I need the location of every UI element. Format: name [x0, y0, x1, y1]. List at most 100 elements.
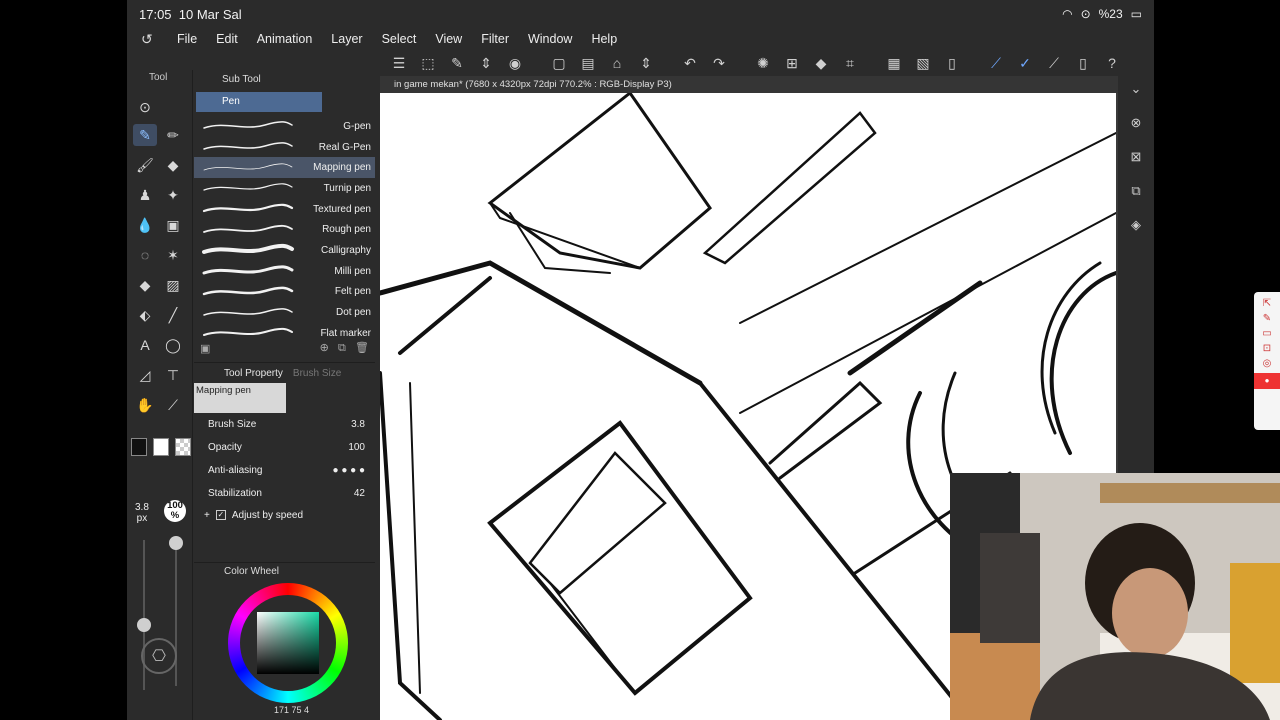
brush-item[interactable]: Milli pen — [194, 261, 375, 282]
brush-item[interactable]: Mapping pen — [194, 157, 375, 179]
stepper-icon[interactable]: ⇕ — [475, 52, 497, 74]
ruler-icon[interactable]: ▦ — [883, 52, 905, 74]
hand-tool-icon[interactable]: ✋ — [133, 394, 157, 416]
grid-icon[interactable]: ▧ — [912, 52, 934, 74]
save-icon[interactable]: ⌂ — [606, 52, 628, 74]
menu-view[interactable]: View — [435, 32, 462, 46]
record-icon[interactable]: ◉ — [504, 52, 526, 74]
recorder-export-icon[interactable]: ⇱ — [1263, 298, 1271, 309]
download-icon[interactable]: ⊙ — [133, 96, 157, 118]
hue-ring[interactable] — [228, 583, 348, 703]
stabilization-row[interactable]: Stabilization 42 — [194, 482, 375, 505]
fill-tool-icon[interactable]: ◆ — [133, 274, 157, 296]
edit-icon[interactable]: ✎ — [446, 52, 468, 74]
color-wheel-title[interactable]: Color Wheel — [194, 563, 375, 581]
pencil-tool-icon[interactable]: ✏ — [161, 124, 185, 146]
main-color-chip[interactable] — [131, 438, 147, 456]
opacity-row[interactable]: Opacity 100 — [194, 436, 375, 459]
menu-select[interactable]: Select — [382, 32, 417, 46]
expand-icon[interactable]: + — [204, 510, 210, 521]
balloon-tool-icon[interactable]: ◯ — [161, 334, 185, 356]
crop-icon[interactable]: ⌗ — [839, 52, 861, 74]
menu-layer[interactable]: Layer — [331, 32, 362, 46]
adjust-by-speed-checkbox[interactable]: ✓ — [215, 510, 226, 520]
ruler-tool-icon[interactable]: ⊤ — [161, 364, 185, 386]
antialiasing-row[interactable]: Anti-aliasing ● ● ● ● — [194, 459, 375, 482]
brush-tool-icon[interactable]: 🖌 — [133, 154, 157, 176]
stepper-icon-2[interactable]: ⇕ — [635, 52, 657, 74]
chevron-down-icon[interactable]: ⌄ — [1125, 78, 1147, 100]
document-tab[interactable]: in game mekan* (7680 x 4320px 72dpi 770.… — [380, 76, 1118, 93]
adjust-by-speed-row[interactable]: + ✓ Adjust by speed — [194, 505, 375, 525]
brush-size-knob[interactable] — [137, 618, 151, 632]
menu-filter[interactable]: Filter — [481, 32, 509, 46]
menu-animation[interactable]: Animation — [257, 32, 313, 46]
eyedropper-tool-icon[interactable]: ⟋ — [161, 394, 185, 416]
undo-icon[interactable]: ↶ — [679, 52, 701, 74]
menu-edit[interactable]: Edit — [216, 32, 238, 46]
brush-item[interactable]: Textured pen — [194, 199, 375, 220]
auto-select-icon[interactable]: ✶ — [161, 244, 185, 266]
navigator-icon[interactable]: ⊗ — [1125, 112, 1147, 134]
open-folder-icon[interactable]: ▤ — [577, 52, 599, 74]
close-panel-icon[interactable]: ⊠ — [1125, 146, 1147, 168]
brush-size-field[interactable]: 3.8 — [351, 419, 365, 430]
text-tool-icon[interactable]: A — [133, 334, 157, 356]
recorder-window-icon[interactable]: ▭ — [1262, 328, 1271, 339]
redo-icon[interactable]: ↷ — [708, 52, 730, 74]
help-icon[interactable]: ? — [1101, 52, 1123, 74]
frame-border-icon[interactable]: ◿ — [133, 364, 157, 386]
menu-window[interactable]: Window — [528, 32, 572, 46]
duplicate-icon[interactable]: ⊕ — [320, 342, 329, 354]
app-logo-icon[interactable]: ↺ — [141, 31, 159, 48]
transform-icon[interactable]: ⊞ — [781, 52, 803, 74]
antialiasing-options[interactable]: ● ● ● ● — [333, 465, 366, 476]
brush-size-tab[interactable]: Brush Size — [293, 368, 341, 379]
new-canvas-icon[interactable]: ⬚ — [417, 52, 439, 74]
eraser-tool-icon[interactable]: ◆ — [161, 154, 185, 176]
gradient-tool-icon[interactable]: ▨ — [161, 274, 185, 296]
layer-panel-icon[interactable]: ◈ — [1125, 214, 1147, 236]
trash-icon[interactable]: 🗑 — [355, 342, 369, 354]
brush-item[interactable]: Felt pen — [194, 282, 375, 303]
new-file-icon[interactable]: ▢ — [548, 52, 570, 74]
sub-tool-settings-icon[interactable]: ▣ — [200, 342, 210, 355]
operation-tool-icon[interactable]: ⬖ — [133, 304, 157, 326]
snap-special-icon[interactable]: ✓ — [1014, 52, 1036, 74]
frame-icon[interactable]: ▯ — [941, 52, 963, 74]
material-icon[interactable]: ⧉ — [1125, 180, 1147, 202]
brush-item[interactable]: G-pen — [194, 116, 375, 137]
hamburger-menu-icon[interactable]: ☰ — [388, 52, 410, 74]
saturation-value-square[interactable] — [257, 612, 319, 674]
figure-tool-icon[interactable]: ▣ — [161, 214, 185, 236]
fill-icon[interactable]: ◆ — [810, 52, 832, 74]
tool-tab[interactable]: Tool — [149, 72, 167, 83]
menu-help[interactable]: Help — [591, 32, 617, 46]
tool-property-tab[interactable]: Tool Property — [224, 368, 283, 379]
sub-tool-group-tab[interactable]: Pen — [196, 92, 322, 112]
transparent-color-chip[interactable] — [175, 438, 191, 456]
brush-item[interactable]: Calligraphy — [194, 240, 375, 261]
pen-tool-icon[interactable]: ✎ — [133, 124, 157, 146]
menu-file[interactable]: File — [177, 32, 197, 46]
device-icon[interactable]: ▯ — [1072, 52, 1094, 74]
brush-item[interactable]: Real G-Pen — [194, 137, 375, 158]
brush-item[interactable]: Turnip pen — [194, 178, 375, 199]
brush-size-row[interactable]: Brush Size 3.8 — [194, 413, 375, 436]
airbrush-tool-icon[interactable]: ♟ — [133, 184, 157, 206]
decoration-tool-icon[interactable]: ✦ — [161, 184, 185, 206]
sub-tool-header[interactable]: Sub Tool — [194, 70, 375, 90]
modifier-key-icon[interactable]: ⎔ — [141, 638, 177, 674]
opacity-knob[interactable] — [169, 536, 183, 550]
record-button[interactable]: ● — [1254, 373, 1280, 389]
brush-item[interactable]: Rough pen — [194, 219, 375, 240]
brush-item[interactable]: Dot pen — [194, 302, 375, 323]
blend-tool-icon[interactable]: 💧 — [133, 214, 157, 236]
stabilization-field[interactable]: 42 — [354, 488, 365, 499]
line-tool-icon[interactable]: ╱ — [161, 304, 185, 326]
copy-icon[interactable]: ⧉ — [338, 342, 346, 354]
recorder-camera-icon[interactable]: ◎ — [1263, 358, 1272, 369]
recorder-pen-icon[interactable]: ✎ — [1263, 313, 1271, 324]
recorder-crop-icon[interactable]: ⊡ — [1263, 343, 1271, 354]
sub-color-chip[interactable] — [153, 438, 169, 456]
